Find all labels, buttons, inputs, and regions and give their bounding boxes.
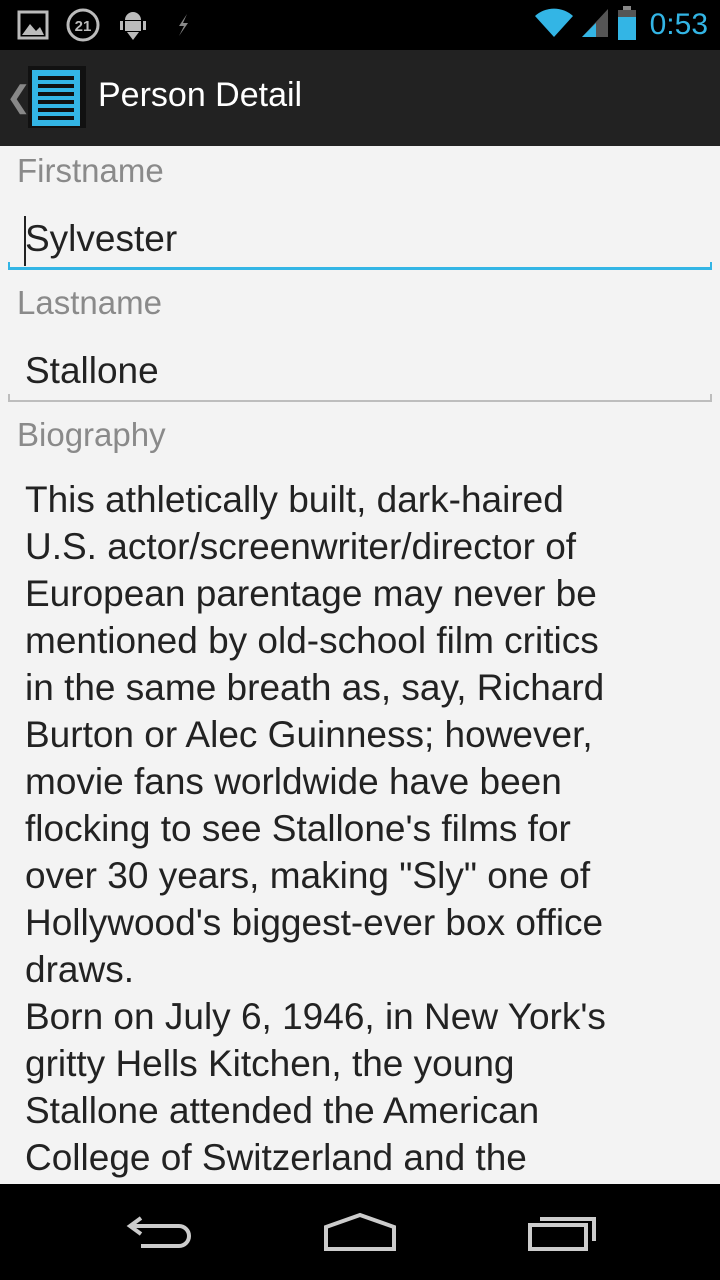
status-bar: 21 0:53 xyxy=(0,0,720,50)
field-underline-right xyxy=(710,394,712,402)
notification-badge: 21 xyxy=(75,18,92,35)
page-title: Person Detail xyxy=(98,76,303,114)
back-icon[interactable] xyxy=(120,1208,200,1256)
lastname-value[interactable]: Stallone xyxy=(25,350,159,392)
firstname-value[interactable]: Sylvester xyxy=(25,218,177,260)
system-icons: 0:53 xyxy=(534,4,708,46)
document-list-icon[interactable] xyxy=(28,66,86,128)
wifi-icon xyxy=(534,7,574,43)
battery-icon xyxy=(616,5,638,45)
gallery-icon xyxy=(16,8,50,42)
usb-icon xyxy=(166,8,200,42)
field-underline xyxy=(8,267,712,270)
person-detail-form: Firstname Sylvester Lastname Stallone Bi… xyxy=(0,146,720,1184)
field-underline xyxy=(8,400,712,402)
notification-count-icon: 21 xyxy=(66,8,100,42)
action-bar: ❮ Person Detail xyxy=(0,50,720,146)
firstname-label: Firstname xyxy=(17,152,164,189)
firstname-field[interactable]: Sylvester xyxy=(8,210,712,270)
biography-label: Biography xyxy=(17,416,166,453)
field-underline-right xyxy=(710,262,712,270)
notification-icons: 21 xyxy=(16,8,200,42)
lastname-field[interactable]: Stallone xyxy=(8,342,712,402)
biography-field[interactable]: This athletically built, dark-haired U.S… xyxy=(25,476,695,1181)
lastname-label: Lastname xyxy=(17,284,162,321)
navigation-bar xyxy=(0,1184,720,1280)
home-icon[interactable] xyxy=(320,1208,400,1256)
android-debug-icon xyxy=(116,8,150,42)
cell-signal-icon xyxy=(580,7,610,43)
clock: 0:53 xyxy=(649,8,708,41)
recent-apps-icon[interactable] xyxy=(522,1208,602,1256)
